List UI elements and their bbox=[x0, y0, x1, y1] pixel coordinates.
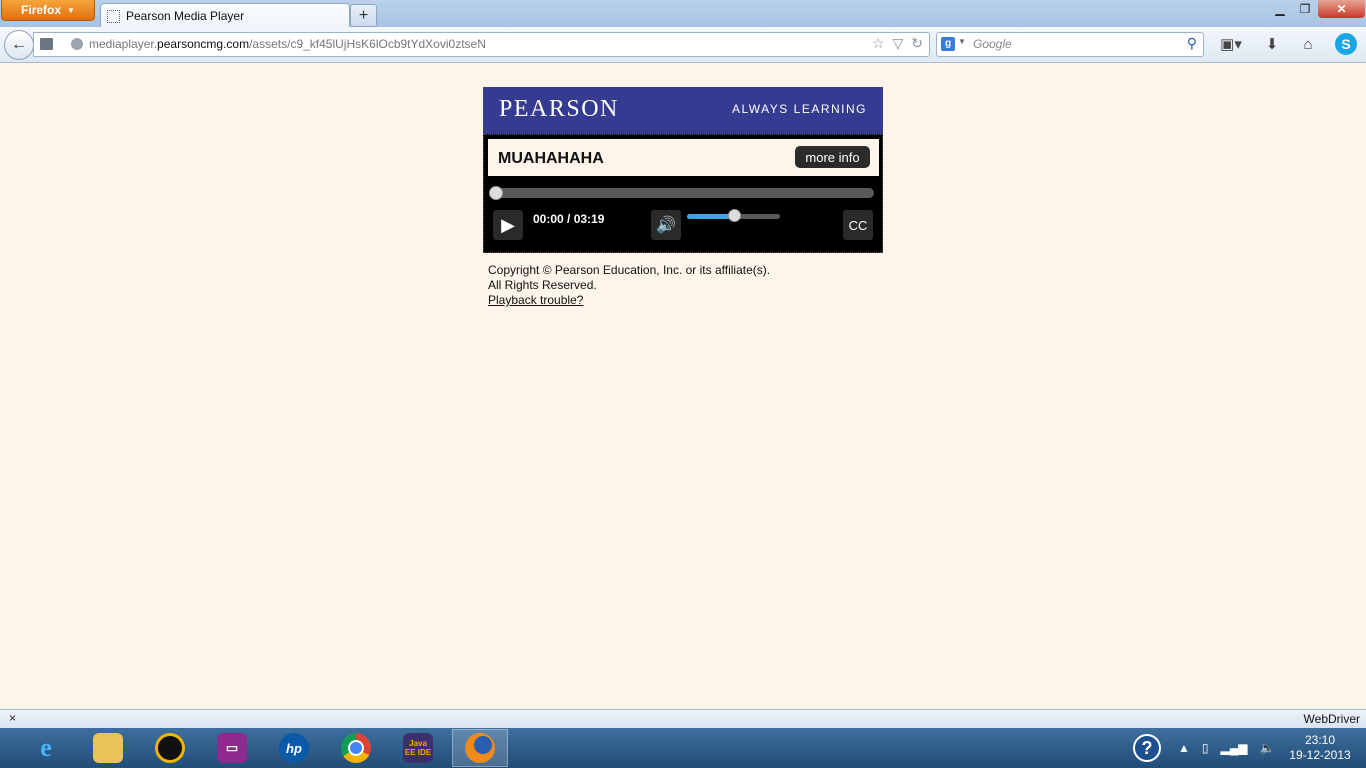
restore-button[interactable]: ❐ bbox=[1292, 0, 1318, 18]
search-icon[interactable]: ⚲ bbox=[1187, 35, 1197, 52]
bookmarks-icon: ▣▾ bbox=[1220, 36, 1242, 53]
volume-fill bbox=[687, 214, 734, 219]
volume-slider[interactable] bbox=[687, 209, 780, 222]
url-prefix: mediaplayer. bbox=[89, 37, 158, 51]
taskbar-firefox[interactable] bbox=[452, 729, 508, 767]
taskbar-projector-app[interactable]: ▭ bbox=[204, 729, 260, 767]
volume-icon[interactable]: 🔈 bbox=[1259, 741, 1274, 755]
bookmarks-menu-button[interactable]: ▣▾ bbox=[1214, 34, 1248, 54]
downloads-button[interactable]: ⬇ bbox=[1262, 34, 1282, 54]
tab-pearson-media-player[interactable]: Pearson Media Player bbox=[100, 3, 350, 28]
dropdown-caret-icon: ▼ bbox=[67, 5, 75, 15]
play-button[interactable]: ▶ bbox=[493, 210, 523, 240]
taskbar-java-ee-ide[interactable]: Java EE IDE bbox=[390, 729, 446, 767]
chrome-icon bbox=[341, 733, 371, 763]
home-button[interactable]: ⌂ bbox=[1297, 34, 1319, 54]
webdriver-label: WebDriver bbox=[1303, 712, 1360, 726]
folder-icon bbox=[93, 733, 123, 763]
google-engine-icon[interactable]: g bbox=[941, 37, 955, 51]
hp-icon: hp bbox=[279, 733, 309, 763]
tab-groups-icon[interactable] bbox=[40, 38, 53, 50]
play-icon: ▶ bbox=[501, 214, 515, 235]
firefox-menu-label: Firefox bbox=[21, 3, 62, 17]
close-window-button[interactable]: ✕ bbox=[1318, 0, 1365, 18]
show-hidden-icons-icon[interactable]: ▲ bbox=[1178, 741, 1190, 755]
power-icon[interactable]: ▯ bbox=[1202, 741, 1209, 755]
url-host: pearsoncmg.com bbox=[157, 37, 250, 51]
system-clock[interactable]: 23:10 19-12-2013 bbox=[1280, 733, 1360, 763]
closed-captions-button[interactable]: CC bbox=[843, 210, 873, 240]
clock-time: 23:10 bbox=[1304, 733, 1336, 747]
firefox-menu-button[interactable]: Firefox ▼ bbox=[1, 0, 95, 21]
bookmark-star-icon[interactable]: ☆ bbox=[872, 35, 885, 52]
internet-explorer-icon: e bbox=[40, 733, 52, 762]
rights-text: All Rights Reserved. bbox=[488, 278, 597, 292]
media-title: MUAHAHAHA bbox=[498, 150, 604, 167]
home-icon: ⌂ bbox=[1303, 35, 1313, 53]
pearson-logo: PEARSON bbox=[499, 96, 619, 122]
pearson-header: PEARSON ALWAYS LEARNING bbox=[483, 87, 883, 134]
playback-trouble-link[interactable]: Playback trouble? bbox=[488, 293, 583, 307]
search-placeholder: Google bbox=[973, 37, 1012, 51]
site-identity-icon[interactable] bbox=[71, 38, 83, 50]
taskbar-hp-support[interactable]: hp bbox=[266, 729, 322, 767]
navigation-toolbar: ← mediaplayer.pearsoncmg.com/assets/c9_k… bbox=[0, 27, 1366, 63]
tagline: ALWAYS LEARNING bbox=[732, 102, 867, 116]
media-disc-icon bbox=[155, 733, 185, 763]
chrome-center-icon bbox=[348, 740, 364, 756]
taskbar-internet-explorer[interactable]: e bbox=[18, 729, 74, 767]
progress-handle[interactable] bbox=[489, 186, 503, 200]
taskbar-media-player[interactable] bbox=[142, 729, 198, 767]
windows-taskbar: e ▭ hp Java EE IDE ? ▲ ▯ ▂▄▆ 🔈 23:10 19-… bbox=[0, 728, 1366, 768]
more-info-button[interactable]: more info bbox=[795, 146, 870, 168]
back-button[interactable]: ← bbox=[4, 30, 34, 60]
new-tab-button[interactable]: + bbox=[350, 4, 377, 27]
system-tray: ▲ ▯ ▂▄▆ 🔈 bbox=[1178, 728, 1274, 768]
taskbar-chrome[interactable] bbox=[328, 729, 384, 767]
volume-handle[interactable] bbox=[727, 209, 741, 222]
projector-icon: ▭ bbox=[217, 733, 247, 763]
time-display: 00:00 / 03:19 bbox=[533, 212, 605, 226]
taskbar-file-explorer[interactable] bbox=[80, 729, 136, 767]
firefox-icon bbox=[465, 733, 495, 763]
title-bar: Firefox ▼ Pearson Media Player + ▁ ❐ ✕ bbox=[0, 0, 1366, 28]
url-bar-icons: ☆ ▽ ↻ bbox=[872, 35, 923, 52]
tab-title: Pearson Media Player bbox=[126, 9, 245, 23]
download-icon: ⬇ bbox=[1265, 36, 1279, 53]
media-player: MUAHAHAHA more info ▶ 00:00 / 03:19 🔊 CC bbox=[483, 134, 883, 253]
help-icon: ? bbox=[1133, 734, 1161, 762]
media-info-bar: MUAHAHAHA more info bbox=[488, 139, 879, 176]
url-path: /assets/c9_kf45lUjHsK6lOcb9tYdXovi0ztseN bbox=[249, 37, 486, 51]
help-button[interactable]: ? bbox=[1133, 728, 1161, 768]
url-text: mediaplayer.pearsoncmg.com/assets/c9_kf4… bbox=[89, 37, 486, 51]
page-favicon-icon bbox=[107, 9, 120, 23]
skype-icon: S bbox=[1335, 33, 1357, 55]
volume-button[interactable]: 🔊 bbox=[651, 210, 681, 240]
close-addon-bar-button[interactable]: × bbox=[9, 711, 16, 725]
back-arrow-icon: ← bbox=[11, 36, 27, 53]
history-dropdown-icon[interactable]: ▽ bbox=[892, 35, 903, 52]
java-ee-ide-icon: Java EE IDE bbox=[403, 733, 433, 763]
copyright-text: Copyright © Pearson Education, Inc. or i… bbox=[488, 263, 771, 277]
player-footer: Copyright © Pearson Education, Inc. or i… bbox=[488, 263, 770, 308]
progress-bar[interactable] bbox=[489, 186, 874, 200]
addon-bar: × WebDriver bbox=[0, 709, 1366, 728]
reload-icon[interactable]: ↻ bbox=[911, 35, 923, 52]
network-signal-icon[interactable]: ▂▄▆ bbox=[1221, 741, 1248, 755]
search-bar[interactable]: g ▼ Google ⚲ bbox=[936, 32, 1204, 57]
skype-button[interactable]: S bbox=[1333, 33, 1359, 55]
minimize-button[interactable]: ▁ bbox=[1267, 0, 1293, 18]
clock-date: 19-12-2013 bbox=[1289, 748, 1351, 762]
speaker-icon: 🔊 bbox=[656, 217, 676, 234]
engine-dropdown-icon[interactable]: ▼ bbox=[958, 37, 966, 46]
url-bar[interactable]: mediaplayer.pearsoncmg.com/assets/c9_kf4… bbox=[33, 32, 930, 57]
